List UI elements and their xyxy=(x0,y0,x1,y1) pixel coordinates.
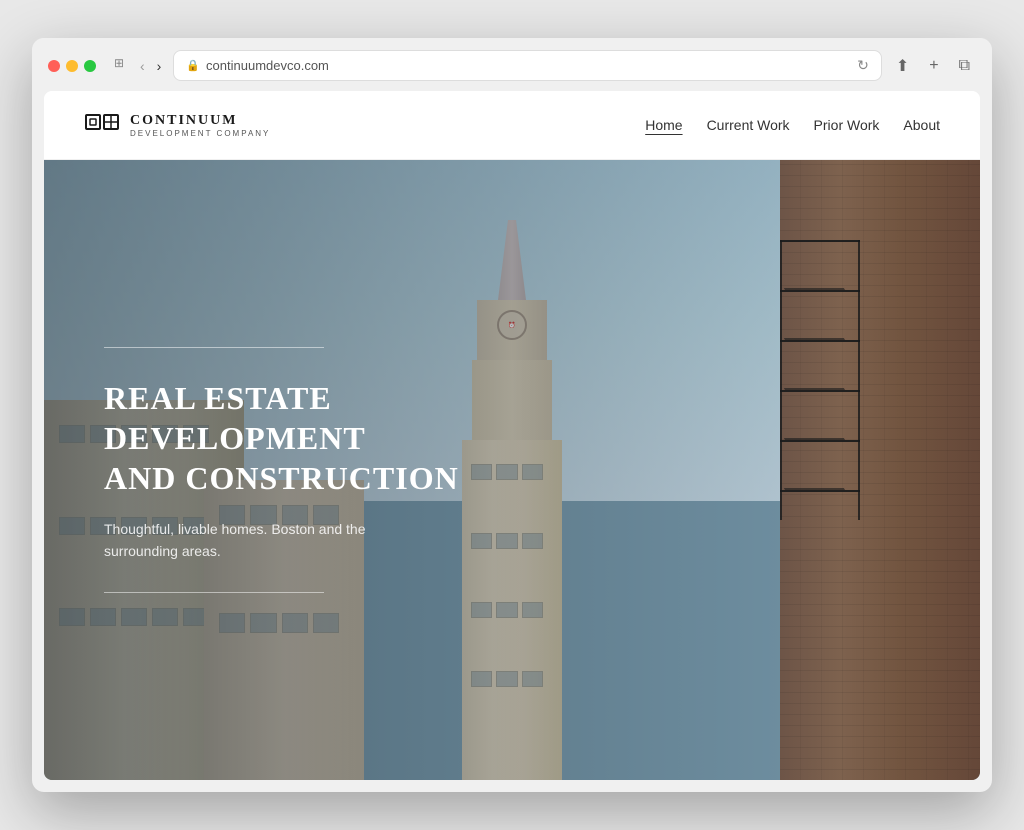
browser-chrome: ⊞ ‹ › 🔒 continuumdevco.com ↻ ⬆ + ⧉ xyxy=(32,38,992,81)
browser-titlebar: ⊞ ‹ › 🔒 continuumdevco.com ↻ ⬆ + ⧉ xyxy=(48,50,976,81)
nav-current-work[interactable]: Current Work xyxy=(707,117,790,133)
logo-text: CONTINUUM DEVELOPMENT COMPANY xyxy=(130,113,270,138)
hero-subtitle: Thoughtful, livable homes. Boston and th… xyxy=(104,518,424,563)
toolbar-actions: ⬆ + ⧉ xyxy=(890,54,976,78)
hero-content: REAL ESTATE DEVELOPMENT AND CONSTRUCTION… xyxy=(44,160,559,780)
browser-window: ⊞ ‹ › 🔒 continuumdevco.com ↻ ⬆ + ⧉ xyxy=(32,38,992,792)
browser-controls: ⊞ ‹ › xyxy=(112,56,165,76)
hero-divider-top xyxy=(104,347,324,348)
logo-name: CONTINUUM xyxy=(130,113,270,129)
hero-title-line1: REAL ESTATE xyxy=(104,380,332,416)
hero-title-line2: DEVELOPMENT xyxy=(104,420,366,456)
grid-icon[interactable]: ⊞ xyxy=(112,56,126,70)
nav-prior-work[interactable]: Prior Work xyxy=(814,117,880,133)
address-bar[interactable]: 🔒 continuumdevco.com ↻ xyxy=(173,50,881,81)
logo-area: CONTINUUM DEVELOPMENT COMPANY xyxy=(84,107,270,143)
website: CONTINUUM DEVELOPMENT COMPANY Home Curre… xyxy=(44,91,980,780)
share-button[interactable]: ⬆ xyxy=(890,54,915,78)
hero-background: ⏰ xyxy=(44,160,980,780)
lock-icon: 🔒 xyxy=(186,59,200,72)
forward-button[interactable]: › xyxy=(153,56,166,76)
nav-home[interactable]: Home xyxy=(645,117,682,133)
url-text: continuumdevco.com xyxy=(206,58,329,73)
back-forward-nav: ‹ › xyxy=(136,56,165,76)
logo-icon xyxy=(84,107,120,143)
browser-content: CONTINUUM DEVELOPMENT COMPANY Home Curre… xyxy=(44,91,980,780)
hero-title: REAL ESTATE DEVELOPMENT AND CONSTRUCTION xyxy=(104,378,509,498)
duplicate-button[interactable]: ⧉ xyxy=(953,55,976,77)
traffic-lights xyxy=(48,60,96,72)
nav-about[interactable]: About xyxy=(903,117,940,133)
back-button[interactable]: ‹ xyxy=(136,56,149,76)
reload-button[interactable]: ↻ xyxy=(857,57,869,74)
new-tab-button[interactable]: + xyxy=(923,55,944,77)
logo-subtitle: DEVELOPMENT COMPANY xyxy=(130,129,270,138)
site-header: CONTINUUM DEVELOPMENT COMPANY Home Curre… xyxy=(44,91,980,160)
hero-title-line3: AND CONSTRUCTION xyxy=(104,460,459,496)
minimize-button[interactable] xyxy=(66,60,78,72)
hero-divider-bottom xyxy=(104,592,324,593)
site-navigation: Home Current Work Prior Work About xyxy=(645,117,940,133)
fullscreen-button[interactable] xyxy=(84,60,96,72)
hero-section: ⏰ xyxy=(44,160,980,780)
close-button[interactable] xyxy=(48,60,60,72)
